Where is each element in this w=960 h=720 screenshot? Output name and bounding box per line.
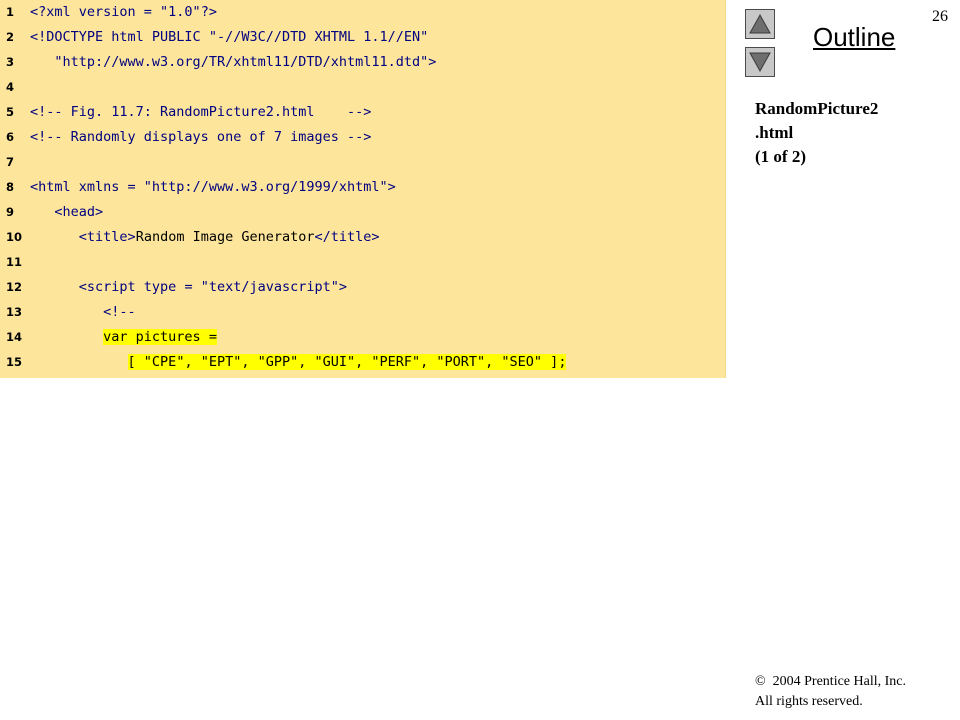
file-label: RandomPicture2 .html (1 of 2): [755, 97, 878, 169]
code-token: "text/javascript": [200, 279, 339, 295]
code-token: >: [387, 179, 396, 195]
code-line: 8 <html xmlns = "http://www.w3.org/1999/x…: [0, 175, 725, 200]
line-number: 10: [6, 230, 23, 244]
code-line: 13 <!--: [0, 300, 725, 325]
code-text: <!-- Fig. 11.7: RandomPicture2.html -->: [30, 100, 371, 125]
code-line: 9 <head>: [0, 200, 725, 225]
code-token: "1.0": [160, 4, 201, 20]
code-token: <!-- Fig. 11.7: RandomPicture2.html -->: [30, 104, 372, 120]
line-number: 7: [6, 155, 15, 169]
page-number: 26: [932, 8, 948, 25]
line-number: 2: [6, 30, 15, 44]
code-line: 11: [0, 250, 725, 275]
code-line: 5 <!-- Fig. 11.7: RandomPicture2.html -->: [0, 100, 725, 125]
line-number: 4: [6, 80, 15, 94]
previous-slide-button[interactable]: [745, 9, 775, 39]
code-token: ?>: [200, 4, 217, 20]
line-number: 15: [6, 355, 23, 369]
code-line: 6 <!-- Randomly displays one of 7 images …: [0, 125, 725, 150]
code-text: <!--: [30, 300, 136, 325]
code-text: <title>Random Image Generator</title>: [30, 225, 380, 250]
code-token: <title>: [78, 229, 136, 245]
code-listing: 1 <?xml version = "1.0"?> 2 <!DOCTYPE html …: [0, 0, 726, 378]
code-text: var pictures =: [30, 325, 217, 350]
code-token: <!DOCTYPE html PUBLIC: [30, 29, 209, 45]
code-text: <?xml version = "1.0"?>: [30, 0, 217, 25]
line-number: 6: [6, 130, 15, 144]
code-token: <script type =: [78, 279, 201, 295]
line-number: 3: [6, 55, 15, 69]
code-token: Random Image Generator: [135, 229, 315, 245]
code-line: 15 [ "CPE", "EPT", "GPP", "GUI", "PERF",…: [0, 350, 725, 375]
copyright-notice: © 2004 Prentice Hall, Inc. All rights re…: [755, 672, 906, 712]
code-text: [ "CPE", "EPT", "GPP", "GUI", "PERF", "P…: [30, 350, 567, 375]
file-label-extension: .html: [755, 123, 794, 142]
code-text: <!-- Randomly displays one of 7 images -…: [30, 125, 371, 150]
line-number: 11: [6, 255, 23, 269]
highlighted-code: var pictures =: [103, 329, 217, 345]
file-label-part: (1 of 2): [755, 147, 806, 166]
code-token: >: [428, 54, 437, 70]
line-number: 12: [6, 280, 23, 294]
code-token: "-//W3C//DTD XHTML 1.1//EN": [208, 29, 429, 45]
code-line: 4: [0, 75, 725, 100]
code-token: "http://www.w3.org/1999/xhtml": [143, 179, 388, 195]
line-number: 1: [6, 5, 15, 19]
line-number: 13: [6, 305, 23, 319]
triangle-down-icon: [749, 52, 771, 73]
code-line: 10 <title>Random Image Generator</title>: [0, 225, 725, 250]
code-token: </title>: [314, 229, 380, 245]
copyright-line: © 2004 Prentice Hall, Inc.: [755, 674, 906, 689]
file-label-name: RandomPicture2: [755, 99, 879, 118]
code-token: <head>: [54, 204, 104, 220]
code-line: 1 <?xml version = "1.0"?>: [0, 0, 725, 25]
code-text: <head>: [30, 200, 103, 225]
code-text: <!DOCTYPE html PUBLIC "-//W3C//DTD XHTML…: [30, 25, 428, 50]
line-number: 5: [6, 105, 15, 119]
line-number: 9: [6, 205, 15, 219]
code-line: 14 var pictures =: [0, 325, 725, 350]
line-number: 8: [6, 180, 15, 194]
next-slide-button[interactable]: [745, 47, 775, 77]
highlighted-code: [ "CPE", "EPT", "GPP", "GUI", "PERF", "P…: [127, 354, 567, 370]
code-token: >: [338, 279, 348, 295]
code-line: 3 "http://www.w3.org/TR/xhtml11/DTD/xhtm…: [0, 50, 725, 75]
outline-title: Outline: [813, 22, 896, 52]
code-token: <!-- Randomly displays one of 7 images -…: [30, 129, 372, 145]
code-line: 7: [0, 150, 725, 175]
line-number: 14: [6, 330, 23, 344]
code-token: <html xmlns =: [30, 179, 144, 195]
code-line: 2 <!DOCTYPE html PUBLIC "-//W3C//DTD XHTM…: [0, 25, 725, 50]
rights-line: All rights reserved.: [755, 694, 863, 709]
code-text: "http://www.w3.org/TR/xhtml11/DTD/xhtml1…: [30, 50, 436, 75]
triangle-up-icon: [749, 13, 771, 34]
code-text: <html xmlns = "http://www.w3.org/1999/xh…: [30, 175, 396, 200]
code-text: <script type = "text/javascript">: [30, 275, 347, 300]
code-token: <!--: [103, 304, 136, 320]
code-token: "http://www.w3.org/TR/xhtml11/DTD/xhtml1…: [54, 54, 429, 70]
code-token: <?xml version =: [30, 4, 161, 20]
code-line: 12 <script type = "text/javascript">: [0, 275, 725, 300]
